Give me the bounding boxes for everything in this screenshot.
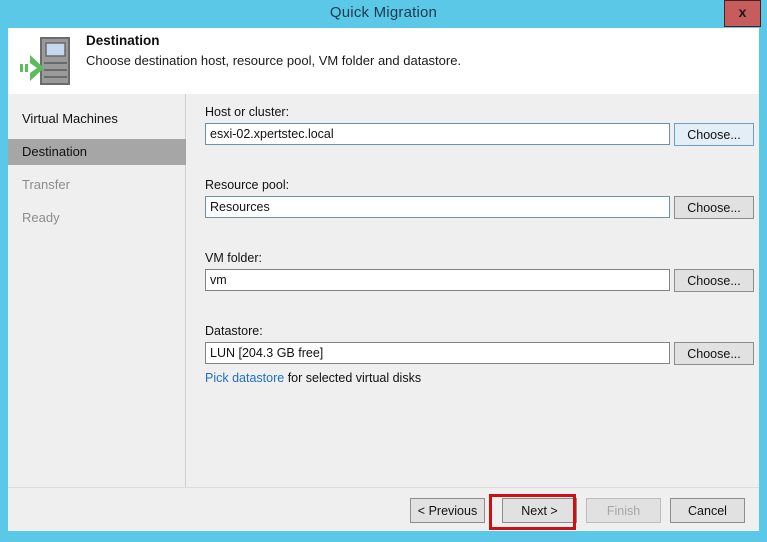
choose-vm-folder-button[interactable]: Choose... [674,269,754,292]
vm-folder-label: VM folder: [205,251,262,265]
dialog-footer: < Previous Next > Finish Cancel [8,487,759,531]
server-migrate-icon [18,35,76,87]
sidebar-item-virtual-machines[interactable]: Virtual Machines [8,106,186,132]
close-button[interactable]: x [724,0,761,27]
window-title: Quick Migration [329,4,438,21]
page-subtitle: Choose destination host, resource pool, … [86,53,462,68]
sidebar-item-label: Ready [22,210,60,225]
page-title: Destination [86,33,160,48]
sidebar-item-destination[interactable]: Destination [8,139,186,165]
wizard-header: Destination Choose destination host, res… [8,28,759,94]
wizard-steps-sidebar: Virtual Machines Destination Transfer Re… [8,94,186,487]
sidebar-item-ready[interactable]: Ready [8,205,186,231]
previous-button[interactable]: < Previous [410,498,485,523]
sidebar-item-label: Virtual Machines [22,111,118,126]
quick-migration-dialog: Quick Migration x Destination Choose des… [0,0,767,542]
vm-folder-input[interactable] [205,269,670,291]
title-bar: Quick Migration x [0,0,767,28]
resource-pool-input[interactable] [205,196,670,218]
next-button[interactable]: Next > [502,498,577,523]
sidebar-item-transfer[interactable]: Transfer [8,172,186,198]
pick-datastore-link[interactable]: Pick datastore [205,371,284,385]
choose-host-button[interactable]: Choose... [674,123,754,146]
cancel-button[interactable]: Cancel [670,498,745,523]
sidebar-item-label: Destination [22,144,88,159]
pick-datastore-row: Pick datastore for selected virtual disk… [205,371,421,385]
pick-datastore-tail: for selected virtual disks [284,371,422,385]
finish-button: Finish [586,498,661,523]
choose-datastore-button[interactable]: Choose... [674,342,754,365]
sidebar-item-label: Transfer [22,177,70,192]
host-or-cluster-input[interactable] [205,123,670,145]
datastore-input[interactable] [205,342,670,364]
resource-pool-label: Resource pool: [205,178,290,192]
datastore-label: Datastore: [205,324,263,338]
dialog-body: Virtual Machines Destination Transfer Re… [8,94,759,487]
host-or-cluster-label: Host or cluster: [205,105,290,119]
destination-form: Host or cluster: Choose... Resource pool… [187,94,759,487]
choose-resource-pool-button[interactable]: Choose... [674,196,754,219]
close-icon: x [738,4,747,20]
